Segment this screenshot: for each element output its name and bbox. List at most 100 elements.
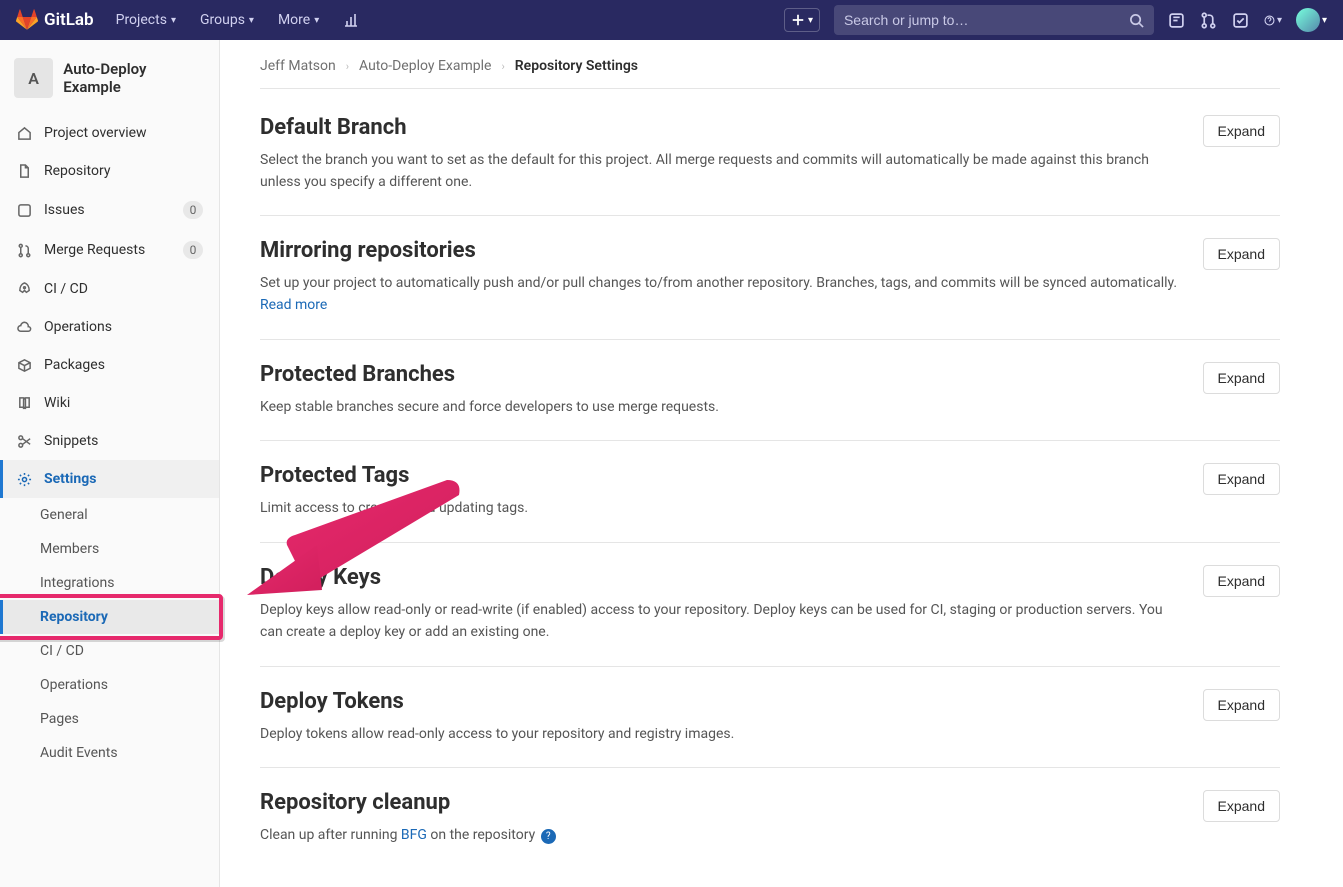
gear-icon (16, 471, 32, 487)
brand-text: GitLab (44, 10, 94, 30)
chevron-right-icon: › (501, 60, 504, 73)
todos-icon[interactable] (1232, 11, 1250, 29)
sidebar-item-merge-requests[interactable]: Merge Requests 0 (0, 230, 219, 270)
section-title: Deploy Tokens (260, 689, 1183, 714)
expand-button[interactable]: Expand (1203, 565, 1280, 597)
help-icon[interactable]: ? (541, 829, 556, 844)
search-icon (1129, 13, 1144, 28)
settings-section: Deploy Tokens Deploy tokens allow read-on… (260, 667, 1280, 769)
issues-count-badge: 0 (183, 201, 203, 219)
settings-section: Mirroring repositoriesSet up your projec… (260, 216, 1280, 339)
sub-item-pages[interactable]: Pages (0, 702, 219, 736)
expand-button[interactable]: Expand (1203, 463, 1280, 495)
sidebar-item-settings[interactable]: Settings (0, 460, 219, 498)
gitlab-logo[interactable]: GitLab (16, 9, 94, 31)
section-description: Deploy tokens allow read-only access to … (260, 724, 1183, 746)
chevron-right-icon: › (346, 60, 349, 73)
new-button[interactable]: ▾ (784, 8, 820, 32)
sub-item-members[interactable]: Members (0, 532, 219, 566)
chevron-down-icon: ▾ (171, 15, 176, 26)
sidebar-item-packages[interactable]: Packages (0, 346, 219, 384)
sidebar-item-label: Wiki (44, 395, 70, 411)
sidebar: A Auto-Deploy Example Project overview R… (0, 40, 220, 887)
main-content: Jeff Matson › Auto-Deploy Example › Repo… (220, 40, 1320, 887)
package-icon (16, 357, 32, 373)
chevron-down-icon: ▾ (249, 15, 254, 26)
sidebar-item-label: Project overview (44, 125, 147, 141)
sub-item-audit-events[interactable]: Audit Events (0, 736, 219, 770)
top-nav: GitLab Projects▾ Groups▾ More▾ ▾ ▾ ▾ (0, 0, 1343, 40)
section-title: Repository cleanup (260, 790, 1183, 815)
section-title: Deploy Keys (260, 565, 1183, 590)
sidebar-item-operations[interactable]: Operations (0, 308, 219, 346)
sub-item-operations[interactable]: Operations (0, 668, 219, 702)
sidebar-item-overview[interactable]: Project overview (0, 114, 219, 152)
nav-activity[interactable] (333, 6, 369, 34)
chevron-down-icon: ▾ (1322, 15, 1327, 26)
expand-button[interactable]: Expand (1203, 115, 1280, 147)
expand-button[interactable]: Expand (1203, 362, 1280, 394)
sidebar-item-wiki[interactable]: Wiki (0, 384, 219, 422)
home-icon (16, 125, 32, 141)
sub-item-general[interactable]: General (0, 498, 219, 532)
issues-icon (16, 202, 32, 218)
settings-section: Default Branch Select the branch you want… (260, 93, 1280, 216)
merge-requests-icon[interactable] (1200, 11, 1218, 29)
nav-left: Projects▾ Groups▾ More▾ (106, 6, 370, 34)
nav-projects[interactable]: Projects▾ (106, 6, 186, 34)
section-description: Keep stable branches secure and force de… (260, 397, 1183, 419)
section-title: Mirroring repositories (260, 238, 1183, 263)
search-input[interactable] (844, 12, 1129, 28)
search-box[interactable] (834, 5, 1154, 35)
expand-button[interactable]: Expand (1203, 689, 1280, 721)
sidebar-item-repository[interactable]: Repository (0, 152, 219, 190)
nav-right: ▾ ▾ ▾ (784, 5, 1327, 35)
rocket-icon (16, 281, 32, 297)
section-title: Protected Tags (260, 463, 1183, 488)
sidebar-item-label: Packages (44, 357, 105, 373)
section-link[interactable]: BFG (401, 827, 427, 843)
section-title: Protected Branches (260, 362, 1183, 387)
sidebar-item-issues[interactable]: Issues 0 (0, 190, 219, 230)
breadcrumb: Jeff Matson › Auto-Deploy Example › Repo… (260, 58, 1280, 88)
merge-icon (16, 242, 32, 258)
expand-button[interactable]: Expand (1203, 238, 1280, 270)
plus-icon (791, 13, 805, 27)
chevron-down-icon: ▾ (1277, 15, 1282, 26)
tanuki-icon (16, 9, 38, 31)
nav-more[interactable]: More▾ (268, 6, 329, 34)
breadcrumb-current: Repository Settings (515, 58, 638, 74)
sidebar-item-label: Merge Requests (44, 242, 145, 258)
sidebar-item-label: Operations (44, 319, 112, 335)
chart-icon (343, 12, 359, 28)
section-title: Default Branch (260, 115, 1183, 140)
cloud-icon (16, 319, 32, 335)
chevron-down-icon: ▾ (808, 15, 813, 26)
settings-section: Protected Branches Keep stable branches s… (260, 340, 1280, 442)
settings-section: Repository cleanup Clean up after running… (260, 768, 1280, 869)
project-name: Auto-Deploy Example (63, 60, 205, 96)
user-menu[interactable]: ▾ (1296, 8, 1327, 32)
section-description: Limit access to creating and updating ta… (260, 498, 1183, 520)
help-icon[interactable]: ▾ (1264, 11, 1282, 29)
breadcrumb-owner[interactable]: Jeff Matson (260, 58, 336, 74)
sidebar-item-snippets[interactable]: Snippets (0, 422, 219, 460)
breadcrumb-project[interactable]: Auto-Deploy Example (359, 58, 491, 74)
sidebar-item-label: Settings (44, 471, 96, 487)
sidebar-item-cicd[interactable]: CI / CD (0, 270, 219, 308)
annotation-highlight (0, 594, 223, 640)
project-header[interactable]: A Auto-Deploy Example (0, 48, 219, 108)
project-avatar: A (14, 58, 53, 98)
section-description: Clean up after running BFG on the reposi… (260, 825, 1183, 847)
expand-button[interactable]: Expand (1203, 790, 1280, 822)
files-icon (16, 163, 32, 179)
section-description: Deploy keys allow read-only or read-writ… (260, 600, 1183, 643)
avatar (1296, 8, 1320, 32)
section-link[interactable]: Read more (260, 297, 327, 313)
section-description: Select the branch you want to set as the… (260, 150, 1183, 193)
chevron-down-icon: ▾ (314, 15, 319, 26)
scissors-icon (16, 433, 32, 449)
issues-icon[interactable] (1168, 11, 1186, 29)
book-icon (16, 395, 32, 411)
nav-groups[interactable]: Groups▾ (190, 6, 264, 34)
